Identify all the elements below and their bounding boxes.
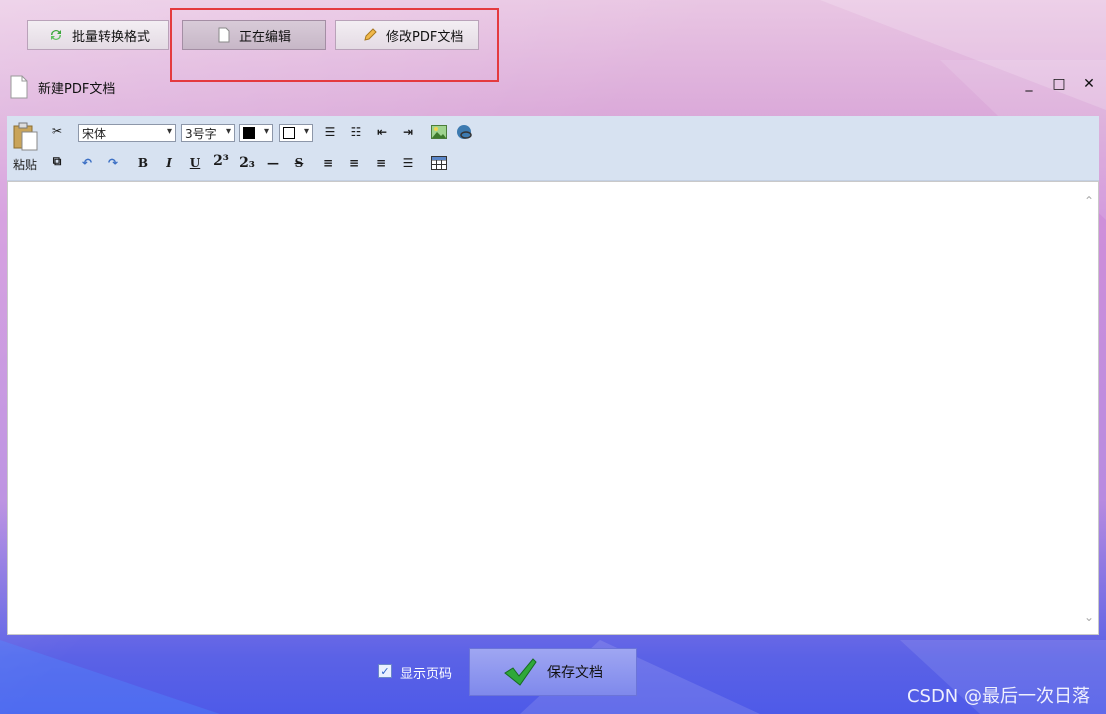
save-document-button[interactable]: 保存文档 [469,648,637,696]
document-editor-area[interactable]: ⌃ ⌄ [7,181,1099,635]
minimize-button[interactable]: _ [1019,76,1039,92]
scroll-up-icon[interactable]: ⌃ [1084,194,1094,208]
font-name-select[interactable]: 宋体 ▾ [78,124,176,142]
paste-label: 粘贴 [13,158,38,172]
top-toolbar: 批量转换格式 正在编辑 修改PDF文档 [0,0,1106,82]
font-color-picker[interactable]: ▾ [239,124,273,142]
ordered-list-icon[interactable]: ☰ [320,123,340,141]
save-document-label: 保存文档 [547,665,603,681]
show-page-numbers-checkbox[interactable]: ✓ [378,664,392,678]
font-size-value: 3号字 [185,126,217,141]
chevron-down-icon: ▾ [166,126,172,137]
font-name-value: 宋体 [82,126,107,141]
scroll-down-icon[interactable]: ⌄ [1084,610,1094,624]
window-title: 新建PDF文档 [38,82,116,97]
window-titlebar: 新建PDF文档 _ □ ✕ [0,70,1106,116]
underline-button[interactable]: U [185,154,205,172]
new-document-icon [10,75,28,99]
color-swatch [243,127,255,139]
copy-icon[interactable]: ⧉ [47,152,67,170]
format-toolbar: 粘贴 ✂ ⧉ 宋体 ▾ 3号字 ▾ ▾ ▾ ☰ ☷ ⇤ ⇥ ↶ ↷ B I U … [7,116,1099,181]
horizontal-rule-button[interactable]: — [263,154,283,172]
show-page-numbers-label: 显示页码 [400,667,453,682]
insert-table-icon[interactable] [429,154,449,172]
maximize-button[interactable]: □ [1049,76,1069,92]
justify-icon[interactable]: ☰ [398,154,418,172]
unordered-list-icon[interactable]: ☷ [346,123,366,141]
batch-convert-button[interactable]: 批量转换格式 [27,20,169,50]
chevron-down-icon: ▾ [263,126,269,137]
font-size-select[interactable]: 3号字 ▾ [181,124,235,142]
paste-icon[interactable] [11,122,41,152]
undo-icon[interactable]: ↶ [77,154,97,172]
checkmark-icon [504,658,537,686]
superscript-button[interactable]: 2³ [211,152,231,170]
indent-icon[interactable]: ⇥ [398,123,418,141]
bold-button[interactable]: B [133,154,153,172]
chevron-down-icon: ▾ [303,126,309,137]
align-center-icon[interactable]: ≡ [344,154,364,172]
italic-button[interactable]: I [159,154,179,172]
chevron-down-icon: ▾ [225,126,231,137]
align-right-icon[interactable]: ≡ [371,154,391,172]
outdent-icon[interactable]: ⇤ [372,123,392,141]
watermark: CSDN @最后一次日落 [906,686,1090,707]
refresh-icon [51,30,61,40]
close-button[interactable]: ✕ [1079,76,1099,92]
redo-icon[interactable]: ↷ [103,154,123,172]
insert-image-icon[interactable] [429,123,449,141]
color-swatch [283,127,295,139]
insert-link-icon[interactable] [454,123,474,141]
strikethrough-button[interactable]: S [289,154,309,172]
batch-convert-label: 批量转换格式 [72,29,151,45]
align-left-icon[interactable]: ≡ [318,154,338,172]
subscript-button[interactable]: 2₃ [237,154,257,172]
cut-icon[interactable]: ✂ [47,122,67,140]
background-color-picker[interactable]: ▾ [279,124,313,142]
